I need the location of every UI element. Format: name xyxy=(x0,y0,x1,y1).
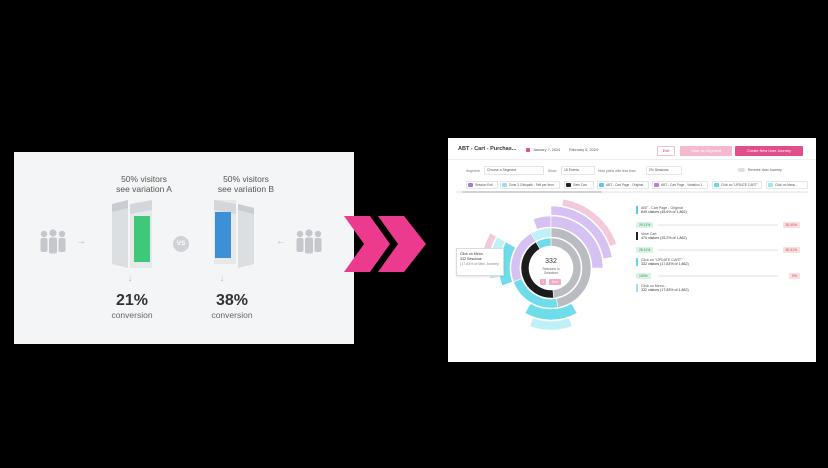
edit-button[interactable]: Edit xyxy=(657,146,675,156)
rate-down-badge: 30.40% xyxy=(782,222,800,228)
date-start[interactable]: January 7, 2024 xyxy=(533,148,560,152)
variation-a-caption-line1: 50% visitors xyxy=(121,174,167,184)
rate-bar xyxy=(658,249,778,251)
ab-test-panel: → 50% visitors see variation A ↓ 21% con… xyxy=(14,152,354,344)
variation-a-accent xyxy=(134,216,150,262)
variation-a-caption: 50% visitors see variation A xyxy=(96,174,192,194)
variation-b-rate: 38% conversion xyxy=(192,292,272,320)
vs-badge: VS xyxy=(173,236,189,252)
journey-node[interactable]: Click on Menu... 332 visitors (17.83% of… xyxy=(636,284,800,292)
date-end[interactable]: February 6, 2024 xyxy=(569,148,598,152)
node-visitors: 332 visitors (17.83% of 1,862) xyxy=(641,288,689,292)
center-sort-button[interactable]: Sort xyxy=(549,279,561,285)
hide-paths-label: Hide paths with less than xyxy=(598,169,636,173)
user-journey-dashboard: ABT - Cart - Purchas... January 7, 2024 … xyxy=(448,138,816,362)
rate-bar xyxy=(658,224,778,226)
journey-node[interactable]: View Cart 470 visitors (25.2% of 1,862) xyxy=(636,232,800,240)
variation-b-caption-line2: see variation B xyxy=(217,184,275,194)
node-rate-row: 29.11% 30.40% xyxy=(636,221,800,229)
legend-item[interactable]: Session Exit xyxy=(466,181,498,189)
show-select[interactable]: 15 Events xyxy=(561,166,595,175)
node-visitors: 470 visitors (25.2% of 1,862) xyxy=(641,236,687,240)
node-rate-row: 100% 0% xyxy=(636,272,800,280)
composite-illustration: → 50% visitors see variation A ↓ 21% con… xyxy=(0,0,828,468)
calendar-icon xyxy=(526,148,530,152)
create-journey-button[interactable]: Create New User Journey xyxy=(735,146,803,156)
rate-down-badge: 30.41% xyxy=(782,247,800,253)
legend-swatch xyxy=(502,183,507,187)
legend-item[interactable]: Click on Menu... xyxy=(766,181,808,189)
legend-label: ABT - Cart Page - Original xyxy=(606,183,644,187)
rate-up-badge: 100% xyxy=(636,273,651,279)
arrow-left-icon: ← xyxy=(276,236,286,247)
legend-item[interactable]: ABT - Cart Page - Original xyxy=(597,181,649,189)
sunburst-segment[interactable] xyxy=(532,215,552,230)
variation-b-conversion-label: conversion xyxy=(211,310,253,320)
reverse-journey-label: Reverse User Journey xyxy=(748,168,782,172)
variation-a-rate: 21% conversion xyxy=(92,292,172,320)
variation-a-percentage: 21% xyxy=(115,292,149,309)
legend-row: Session Exit Zone 3 Clickpath - Sell per… xyxy=(456,181,814,189)
legend-swatch xyxy=(714,183,719,187)
legend-label: Click on "UPDATE CART" xyxy=(721,183,758,187)
double-chevron-right-icon xyxy=(344,216,426,272)
legend-scrollbar[interactable] xyxy=(456,191,808,193)
legend-item[interactable]: Click on "UPDATE CART" xyxy=(712,181,762,189)
variation-b-percentage: 38% xyxy=(215,292,249,309)
dashboard-title: ABT - Cart - Purchas... xyxy=(458,146,517,152)
variation-b-caption: 50% visitors see variation B xyxy=(198,174,294,194)
legend-swatch xyxy=(654,183,659,187)
hide-paths-select[interactable]: 2% Sessions xyxy=(646,166,682,175)
center-session-count: 332 xyxy=(545,258,557,265)
legend-label: ABT - Cart Page - Variation 1 xyxy=(661,183,703,187)
variation-a-page-illustration xyxy=(112,200,152,268)
node-visitors: 332 visitors (17.83% of 1,862) xyxy=(641,262,689,266)
rate-down-badge: 0% xyxy=(789,273,800,279)
center-action-button[interactable]: 1 xyxy=(540,279,546,285)
segment-label: Segment xyxy=(466,169,480,173)
legend-swatch xyxy=(468,183,473,187)
legend-label: View Cart xyxy=(573,183,587,187)
journey-node[interactable]: Click on "UPDATE CART" 332 visitors (17.… xyxy=(636,258,800,266)
legend-swatch xyxy=(768,183,773,187)
legend-item[interactable]: Zone 3 Clickpath - Sell per Item xyxy=(500,181,560,189)
rate-bar xyxy=(658,275,778,277)
variation-b-caption-line1: 50% visitors xyxy=(223,174,269,184)
save-segment-button[interactable]: Save as Segment xyxy=(680,146,732,156)
legend-item[interactable]: ABT - Cart Page - Variation 1 xyxy=(652,181,708,189)
scrollbar-thumb[interactable] xyxy=(462,191,602,193)
variation-b-page-illustration xyxy=(214,200,254,268)
show-label: Show xyxy=(548,169,557,173)
sunburst-tooltip: Click on Menu 332 Sessions (17.83% of Mi… xyxy=(456,248,504,276)
legend-label: Session Exit xyxy=(475,183,493,187)
variation-a-conversion-label: conversion xyxy=(111,310,153,320)
legend-label: Zone 3 Clickpath - Sell per Item xyxy=(509,183,554,187)
node-visitors: 849 visitors (45.6% of 1,862) xyxy=(641,210,687,214)
reverse-journey-toggle[interactable] xyxy=(738,168,745,172)
center-label-line2: Selection xyxy=(544,271,558,275)
tooltip-line3: (17.83% of Mini Journey xyxy=(460,262,499,266)
rate-up-badge: 29.11% xyxy=(636,222,654,228)
variation-b-accent xyxy=(215,212,231,258)
rate-up-badge: 28.11% xyxy=(636,247,654,253)
users-group-icon xyxy=(40,229,66,254)
legend-swatch xyxy=(566,183,571,187)
variation-a-caption-line2: see variation A xyxy=(116,184,172,194)
node-rate-row: 28.11% 30.41% xyxy=(636,246,800,254)
arrow-down-icon: ↓ xyxy=(220,274,224,283)
segment-select[interactable]: Choose a Segment xyxy=(484,166,544,175)
dashboard-header: ABT - Cart - Purchas... January 7, 2024 … xyxy=(448,138,816,160)
users-group-icon xyxy=(296,229,322,254)
arrow-down-icon: ↓ xyxy=(128,274,132,283)
arrow-right-icon: → xyxy=(76,236,86,247)
legend-item[interactable]: View Cart xyxy=(564,181,594,189)
legend-swatch xyxy=(599,183,604,187)
legend-label: Click on Menu... xyxy=(775,183,798,187)
journey-node[interactable]: ABT - Cart Page - Original 849 visitors … xyxy=(636,206,800,214)
